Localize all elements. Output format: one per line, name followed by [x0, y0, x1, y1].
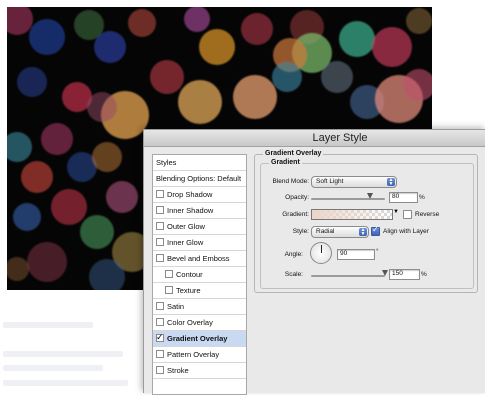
styles-list-item-label: Styles — [156, 158, 177, 167]
styles-list-item[interactable]: Color Overlay — [153, 315, 246, 331]
gradient-dropdown-icon[interactable]: ▼ — [393, 209, 399, 215]
opacity-slider-track[interactable] — [311, 198, 385, 200]
background-text-line — [3, 365, 103, 371]
styles-list-item-label: Satin — [167, 302, 185, 311]
style-checkbox[interactable] — [165, 270, 173, 278]
styles-list-item[interactable]: Texture — [153, 283, 246, 299]
select-arrows-icon: ▲ ▼ — [387, 177, 395, 187]
angle-label: Angle: — [284, 251, 303, 258]
align-with-layer-checkbox[interactable] — [371, 225, 380, 236]
scale-label: Scale: — [284, 271, 303, 278]
styles-list-item-label: Inner Shadow — [167, 206, 214, 215]
blend-mode-label: Blend Mode: — [272, 178, 310, 185]
style-checkbox[interactable] — [156, 206, 164, 214]
styles-list-item-label: Contour — [176, 270, 203, 279]
styles-list-item-label: Drop Shadow — [167, 190, 213, 199]
background-text-line — [3, 380, 128, 386]
style-checkbox[interactable] — [156, 350, 164, 358]
group-title: Gradient — [269, 159, 302, 166]
style-checkbox[interactable] — [156, 302, 164, 310]
styles-list-item[interactable]: Inner Shadow — [153, 203, 246, 219]
styles-list-item-label: Bevel and Emboss — [167, 254, 230, 263]
angle-unit: ° — [376, 248, 379, 255]
styles-list-item[interactable]: Drop Shadow — [153, 187, 246, 203]
styles-list-item[interactable]: Blending Options: Default — [153, 171, 246, 187]
styles-list-item-label: Gradient Overlay — [167, 334, 228, 343]
reverse-label: Reverse — [415, 211, 440, 218]
blend-mode-value: Soft Light — [316, 178, 344, 185]
opacity-unit: % — [419, 194, 425, 201]
style-select[interactable]: Radial ▲ ▼ — [311, 226, 369, 238]
styles-list-item-label: Outer Glow — [167, 222, 205, 231]
styles-list-item[interactable]: Pattern Overlay — [153, 347, 246, 363]
style-label: Style: — [292, 228, 309, 235]
styles-list-item-label: Inner Glow — [167, 238, 204, 247]
gradient-label: Gradient: — [282, 211, 309, 218]
background-text-line — [3, 351, 123, 357]
style-checkbox[interactable] — [156, 190, 164, 198]
style-checkbox[interactable] — [156, 222, 164, 230]
gradient-swatch[interactable] — [311, 209, 393, 220]
styles-list-item[interactable]: Outer Glow — [153, 219, 246, 235]
dialog-titlebar[interactable]: Layer Style — [144, 130, 485, 147]
opacity-label: Opacity: — [285, 194, 309, 201]
gradient-group: Gradient Blend Mode: Soft Light ▲ ▼ Opaci… — [260, 159, 474, 289]
styles-list-item[interactable]: Satin — [153, 299, 246, 315]
angle-dial[interactable] — [310, 242, 332, 264]
styles-list-item[interactable]: Stroke — [153, 363, 246, 379]
styles-list-item[interactable]: Styles — [153, 155, 246, 171]
angle-input[interactable]: 90 — [337, 249, 375, 260]
style-checkbox[interactable] — [156, 366, 164, 374]
scale-slider-thumb[interactable] — [382, 270, 388, 276]
style-value: Radial — [316, 228, 335, 235]
style-checkbox[interactable] — [165, 286, 173, 294]
scale-unit: % — [421, 271, 427, 278]
style-checkbox[interactable] — [156, 238, 164, 246]
layer-style-dialog: Layer Style Styles Blending Options: Defa… — [143, 129, 485, 395]
style-checkbox[interactable] — [156, 330, 164, 345]
styles-list-item-label: Blending Options: Default — [156, 174, 242, 183]
style-checkbox[interactable] — [156, 254, 164, 262]
styles-list: Styles Blending Options: Default Drop Shad… — [152, 154, 247, 395]
scale-slider-track[interactable] — [311, 275, 385, 277]
reverse-checkbox[interactable] — [403, 210, 412, 219]
background-text-line — [3, 322, 93, 328]
styles-list-item[interactable]: Inner Glow — [153, 235, 246, 251]
gradient-overlay-panel: Gradient Overlay Gradient Blend Mode: So… — [254, 150, 478, 293]
select-arrows-icon: ▲ ▼ — [359, 227, 367, 237]
align-with-layer-label: Align with Layer — [383, 228, 429, 235]
style-checkbox[interactable] — [156, 318, 164, 326]
styles-list-item[interactable]: Contour — [153, 267, 246, 283]
styles-list-item-label: Stroke — [167, 366, 189, 375]
styles-list-item-label: Texture — [176, 286, 201, 295]
opacity-input[interactable]: 80 — [389, 192, 418, 203]
styles-list-item[interactable]: Bevel and Emboss — [153, 251, 246, 267]
section-title: Gradient Overlay — [263, 150, 324, 157]
styles-list-item-label: Pattern Overlay — [167, 350, 220, 359]
scale-input[interactable]: 150 — [389, 269, 420, 280]
blend-mode-select[interactable]: Soft Light ▲ ▼ — [311, 176, 397, 188]
dialog-title: Layer Style — [312, 132, 368, 144]
styles-list-item[interactable]: Gradient Overlay — [153, 330, 246, 347]
opacity-slider-thumb[interactable] — [367, 193, 374, 199]
styles-list-item-label: Color Overlay — [167, 318, 213, 327]
